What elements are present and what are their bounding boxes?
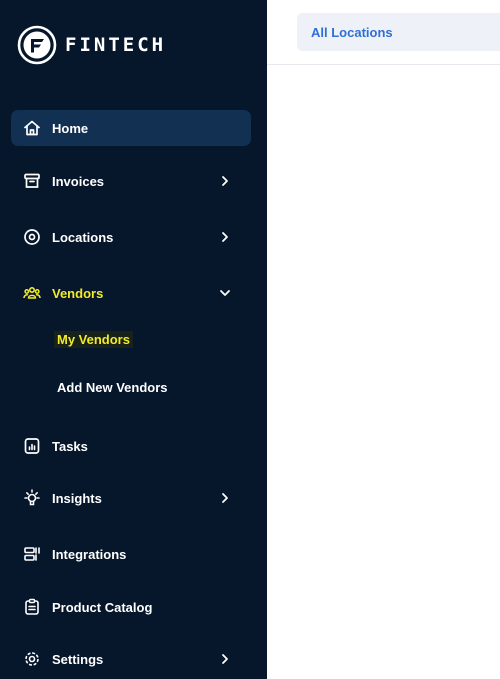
sidebar-item-invoices[interactable]: Invoices (11, 163, 251, 199)
chevron-down-icon (217, 285, 233, 301)
chart-file-icon (23, 437, 41, 455)
sidebar: FINTECH Home Invoices Locations Vendors (0, 0, 267, 679)
gear-icon (23, 650, 41, 668)
brand-name: FINTECH (65, 34, 167, 56)
fintech-logo-icon (17, 25, 57, 65)
location-select[interactable]: All Locations (297, 13, 500, 51)
sidebar-item-label: Home (52, 120, 89, 136)
sidebar-item-label: Product Catalog (52, 599, 153, 615)
sidebar-item-label: Insights (52, 490, 102, 506)
integrations-icon (23, 545, 41, 563)
clipboard-icon (23, 598, 41, 616)
chevron-right-icon (217, 651, 233, 667)
sidebar-item-label: Locations (52, 229, 114, 245)
chevron-right-icon (217, 490, 233, 506)
sidebar-item-label: Settings (52, 651, 104, 667)
location-pin-icon (23, 228, 41, 246)
home-icon (23, 119, 41, 137)
chevron-right-icon (217, 173, 233, 189)
sidebar-item-integrations[interactable]: Integrations (11, 536, 251, 572)
archive-icon (23, 172, 41, 190)
sidebar-item-label: Tasks (52, 438, 88, 454)
main-content (267, 65, 500, 679)
sidebar-item-insights[interactable]: Insights (11, 480, 251, 516)
sidebar-subitem-my-vendors[interactable]: My Vendors (54, 328, 133, 350)
sidebar-subitem-label: My Vendors (54, 330, 133, 348)
sidebar-item-settings[interactable]: Settings (11, 641, 251, 677)
users-icon (23, 284, 41, 302)
sidebar-item-locations[interactable]: Locations (11, 219, 251, 255)
top-bar: All Locations (267, 0, 500, 65)
sidebar-item-home[interactable]: Home (11, 110, 251, 146)
location-select-value: All Locations (311, 24, 393, 40)
sidebar-item-label: Invoices (52, 173, 105, 189)
sidebar-item-product-catalog[interactable]: Product Catalog (11, 589, 251, 625)
sidebar-subitem-label: Add New Vendors (57, 379, 168, 395)
sidebar-item-label: Vendors (52, 285, 104, 301)
brand-logo[interactable]: FINTECH (17, 25, 166, 65)
sidebar-subitem-add-new-vendors[interactable]: Add New Vendors (57, 376, 168, 398)
sidebar-item-label: Integrations (52, 546, 127, 562)
sidebar-item-tasks[interactable]: Tasks (11, 428, 251, 464)
sidebar-item-vendors[interactable]: Vendors (11, 275, 251, 311)
chevron-right-icon (217, 229, 233, 245)
lightbulb-icon (23, 489, 41, 507)
